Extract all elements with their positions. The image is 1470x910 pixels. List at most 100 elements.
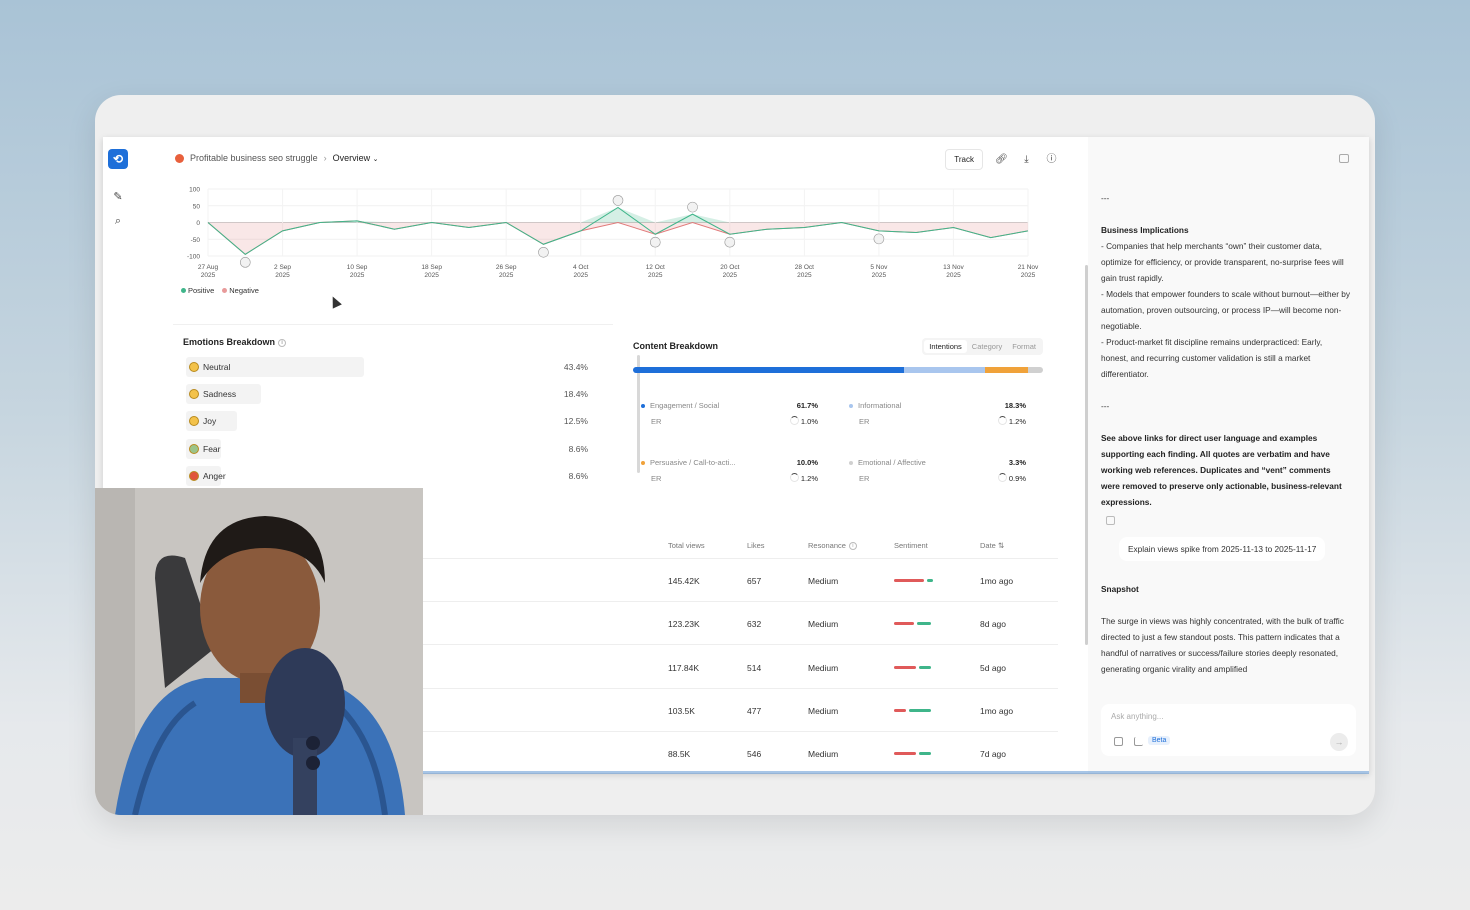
x-tick-label: 13 Nov bbox=[943, 264, 964, 271]
tab-category[interactable]: Category bbox=[967, 340, 1007, 353]
intention-share: 61.7% bbox=[796, 401, 818, 410]
content-share-bar bbox=[633, 367, 1043, 373]
x-tick-label: 20 Oct bbox=[720, 264, 739, 271]
intention-name: Engagement / Social bbox=[641, 401, 719, 410]
breadcrumb-project[interactable]: Profitable business seo struggle bbox=[190, 153, 318, 163]
emotion-row[interactable]: Joy 12.5% bbox=[183, 411, 588, 432]
link-icon[interactable]: 🔗︎ bbox=[995, 153, 1008, 166]
x-tick-label: 2 Sep bbox=[274, 264, 291, 271]
intention-share: 3.3% bbox=[1008, 458, 1026, 467]
negative-area bbox=[208, 222, 1028, 255]
cell-views: 145.42K bbox=[668, 576, 700, 586]
implication-2: - Models that empower founders to scale … bbox=[1101, 289, 1351, 331]
emotion-value: 8.6% bbox=[568, 443, 588, 454]
snapshot-text: The surge in views was highly concentrat… bbox=[1101, 616, 1344, 674]
implication-3: - Product-market fit discipline remains … bbox=[1101, 337, 1323, 379]
x-tick-label: 4 Oct bbox=[573, 264, 589, 271]
intention-tile[interactable]: Informational 18.3% ER 1.2% bbox=[841, 393, 1036, 439]
cell-date: 1mo ago bbox=[980, 576, 1014, 586]
header-date[interactable]: Date ⇅ bbox=[980, 541, 1004, 550]
intention-tile[interactable]: Engagement / Social 61.7% ER 1.0% bbox=[633, 393, 828, 439]
download-icon[interactable]: ⤓ bbox=[1020, 153, 1033, 166]
share-segment bbox=[904, 367, 985, 373]
sentiment-chart: 100 50 0 -50 -100 27 Aug 2025 2 Sep 2025 10 Sep 20… bbox=[163, 175, 1058, 307]
x-tick-label: 12 Oct bbox=[646, 264, 665, 271]
content-title: Content Breakdown bbox=[633, 341, 719, 351]
chevron-down-icon: ⌄ bbox=[372, 156, 379, 163]
emotion-row[interactable]: Fear 8.6% bbox=[183, 438, 588, 459]
x-tick-label: 2025 bbox=[201, 272, 216, 279]
share-segment bbox=[984, 367, 1029, 373]
window-edge-highlight bbox=[421, 771, 1369, 774]
chat-composer: Ask anything... Beta → bbox=[1101, 704, 1356, 756]
legend-positive[interactable]: Positive bbox=[181, 286, 214, 295]
cell-date: 5d ago bbox=[980, 662, 1006, 673]
x-tick-label: 2025 bbox=[275, 272, 290, 279]
er-label: ER bbox=[859, 417, 870, 426]
implications-heading: Business Implications bbox=[1101, 225, 1189, 235]
tab-format[interactable]: Format bbox=[1007, 340, 1041, 353]
search-icon[interactable]: ⌕ bbox=[112, 215, 124, 227]
sentiment-bar bbox=[894, 708, 931, 712]
cell-views: 88.5K bbox=[668, 749, 691, 760]
info-icon[interactable]: ⓘ bbox=[1045, 153, 1058, 166]
cell-views: 103.5K bbox=[668, 705, 695, 716]
top-actions: Track 🔗︎ ⤓ ⓘ bbox=[945, 149, 1058, 170]
chart-legend: Positive Negative bbox=[181, 286, 259, 295]
attach-icon[interactable] bbox=[1114, 737, 1123, 746]
header-likes[interactable]: Likes bbox=[747, 541, 765, 550]
x-tick-label: 2025 bbox=[797, 272, 812, 279]
app-logo[interactable]: ⟲ bbox=[108, 149, 128, 169]
x-tick-label: 2025 bbox=[350, 272, 365, 279]
cell-date: 1mo ago bbox=[980, 705, 1014, 716]
x-tick-label: 2025 bbox=[648, 272, 663, 279]
er-value: 1.2% bbox=[800, 474, 818, 483]
panel-toggle-icon[interactable] bbox=[1339, 154, 1349, 163]
header-sentiment[interactable]: Sentiment bbox=[894, 541, 928, 550]
cell-date: 8d ago bbox=[980, 619, 1006, 630]
event-marker-icon bbox=[687, 201, 698, 213]
content-tabs: Intentions Category Format bbox=[922, 338, 1043, 355]
intention-tile[interactable]: Emotional / Affective 3.3% ER 0.9% bbox=[841, 450, 1036, 496]
cell-likes: 657 bbox=[747, 576, 762, 586]
sort-icon: ⇅ bbox=[997, 541, 1005, 550]
sentiment-bar bbox=[894, 665, 931, 669]
track-button[interactable]: Track bbox=[945, 149, 983, 170]
header-total-views[interactable]: Total views bbox=[668, 541, 705, 550]
emotion-row[interactable]: Neutral 43.4% bbox=[183, 357, 588, 377]
cell-resonance: Medium bbox=[808, 662, 839, 673]
x-tick-label: 27 Aug bbox=[198, 264, 219, 271]
emotion-value: 43.4% bbox=[563, 362, 588, 372]
intention-name: Emotional / Affective bbox=[849, 458, 926, 467]
emotion-label: Sadness bbox=[203, 389, 237, 400]
emotion-label: Fear bbox=[203, 443, 221, 454]
emotion-value: 8.6% bbox=[568, 470, 588, 481]
cell-likes: 514 bbox=[747, 662, 762, 673]
emotions-title: Emotions Breakdown i bbox=[183, 337, 287, 347]
emotion-row[interactable]: Sadness 18.4% bbox=[183, 384, 588, 405]
edit-icon[interactable]: ✎ bbox=[112, 191, 124, 203]
y-tick-label: 50 bbox=[193, 203, 201, 210]
chart-icon[interactable] bbox=[1134, 737, 1143, 746]
progress-ring-icon bbox=[790, 473, 799, 482]
send-icon[interactable]: → bbox=[1330, 733, 1348, 751]
er-value: 0.9% bbox=[1008, 474, 1026, 483]
view-selector[interactable]: Overview ⌄ bbox=[333, 153, 379, 163]
separator: --- bbox=[1101, 401, 1110, 411]
positive-area bbox=[208, 207, 1028, 223]
emotion-row[interactable]: Anger 8.6% bbox=[183, 465, 588, 486]
emoji-icon bbox=[189, 362, 199, 372]
y-tick-label: 0 bbox=[196, 220, 200, 227]
x-tick-label: 10 Sep bbox=[347, 264, 368, 271]
legend-negative[interactable]: Negative bbox=[222, 286, 259, 295]
cell-views: 123.23K bbox=[668, 619, 700, 630]
copy-icon[interactable] bbox=[1106, 516, 1115, 525]
tab-intentions[interactable]: Intentions bbox=[924, 340, 967, 353]
chat-input[interactable]: Ask anything... bbox=[1111, 712, 1163, 721]
x-tick-label: 2025 bbox=[424, 272, 439, 279]
er-value: 1.2% bbox=[1008, 417, 1026, 426]
intention-tile[interactable]: Persuasive / Call-to-acti... 10.0% ER 1.2% bbox=[633, 450, 828, 496]
info-icon[interactable]: i bbox=[278, 338, 287, 347]
event-marker-icon bbox=[873, 233, 885, 245]
header-resonance[interactable]: Resonance i bbox=[808, 541, 857, 551]
